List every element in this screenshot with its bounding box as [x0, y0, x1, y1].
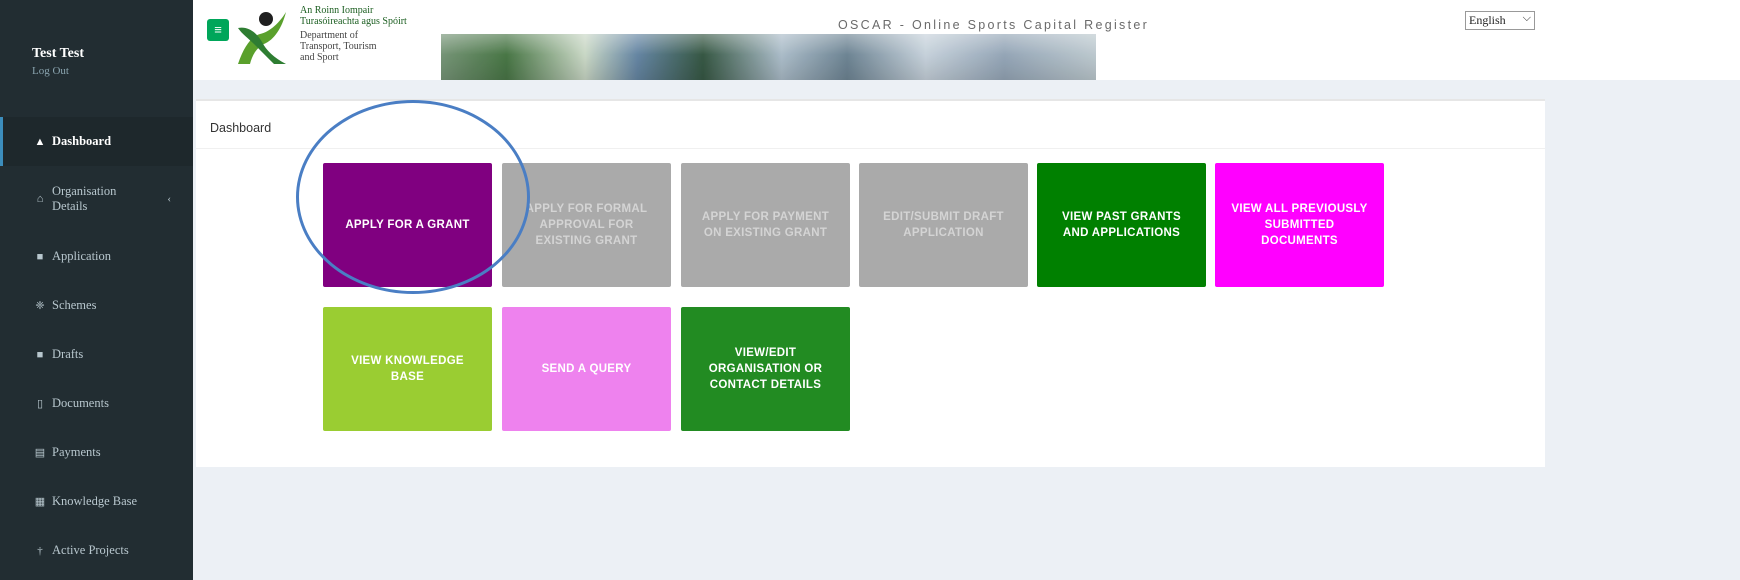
tile-view-submitted-documents[interactable]: VIEW ALL PREVIOUSLY SUBMITTED DOCUMENTS [1215, 163, 1384, 287]
tile-label: APPLY FOR A GRANT [345, 219, 470, 231]
sidebar-toggle-button[interactable]: ≡ [207, 19, 229, 41]
tile-label: VIEW KNOWLEDGE BASE [351, 355, 464, 383]
logo-english-name: Department of Transport, Tourism and Spo… [300, 30, 377, 63]
user-panel: Test Test Log Out [0, 0, 193, 96]
sidebar-item-label: Payments [52, 445, 101, 459]
tile-label: APPLY FOR PAYMENT ON EXISTING GRANT [701, 211, 830, 239]
banner-overlay [441, 34, 1096, 80]
sidebar-item-label: Organisation Details [52, 184, 117, 213]
thumbtack-icon: † [37, 544, 43, 557]
tile-view-knowledge-base[interactable]: VIEW KNOWLEDGE BASE [323, 307, 492, 431]
sidebar-menu: ▲ Dashboard ⌂ Organisation Details ‹ ■ A… [0, 117, 193, 575]
sidebar-item-payments[interactable]: ▤ Payments [0, 428, 193, 477]
folder-icon: ■ [36, 250, 44, 263]
tile-apply-for-payment[interactable]: APPLY FOR PAYMENT ON EXISTING GRANT [681, 163, 850, 287]
sidebar-item-label: Schemes [52, 298, 97, 312]
language-select[interactable]: English ⌵ [1465, 11, 1535, 30]
tile-apply-for-a-grant[interactable]: APPLY FOR A GRANT [323, 163, 492, 287]
box-title: Dashboard [210, 121, 272, 135]
home-icon: ⌂ [36, 193, 44, 205]
user-name: Test Test [32, 46, 85, 61]
folder-open-icon: ■ [36, 348, 44, 361]
sidebar-item-label: Active Projects [52, 543, 129, 557]
tile-label: APPLY FOR FORMAL APPROVAL FOR EXISTING G… [525, 203, 648, 247]
sidebar-item-label: Documents [52, 396, 109, 410]
tile-label: VIEW ALL PREVIOUSLY SUBMITTED DOCUMENTS [1231, 203, 1368, 247]
header-banner-image [441, 34, 1096, 80]
sidebar-item-application[interactable]: ■ Application [0, 232, 193, 281]
sidebar-item-active-projects[interactable]: † Active Projects [0, 526, 193, 575]
dashboard-icon: ▲ [34, 135, 46, 148]
department-logo-text: An Roinn Iompair Turasóireachta agus Spó… [300, 5, 425, 63]
tile-view-edit-organisation[interactable]: VIEW/EDIT ORGANISATION OR CONTACT DETAIL… [681, 307, 850, 431]
book-icon: ▦ [34, 496, 46, 508]
tile-edit-submit-draft[interactable]: EDIT/SUBMIT DRAFT APPLICATION [859, 163, 1028, 287]
chevron-left-icon: ‹ [167, 193, 171, 205]
sidebar: Test Test Log Out ▲ Dashboard ⌂ Organisa… [0, 0, 193, 580]
sidebar-item-knowledge-base[interactable]: ▦ Knowledge Base [0, 477, 193, 526]
chevron-down-icon: ⌵ [1522, 12, 1531, 24]
language-selected-value: English [1469, 13, 1506, 27]
sidebar-item-dashboard[interactable]: ▲ Dashboard [0, 117, 193, 166]
logout-link[interactable]: Log Out [32, 65, 193, 77]
department-logo-icon [238, 12, 286, 64]
tile-apply-for-formal-approval[interactable]: APPLY FOR FORMAL APPROVAL FOR EXISTING G… [502, 163, 671, 287]
file-icon: ▯ [36, 398, 44, 410]
sidebar-item-documents[interactable]: ▯ Documents [0, 379, 193, 428]
credit-card-icon: ▤ [34, 447, 46, 459]
tile-send-a-query[interactable]: SEND A QUERY [502, 307, 671, 431]
sidebar-item-schemes[interactable]: ❈ Schemes [0, 281, 193, 330]
box-header: Dashboard [196, 101, 1545, 149]
tile-label: VIEW/EDIT ORGANISATION OR CONTACT DETAIL… [708, 347, 823, 391]
tile-view-past-grants[interactable]: VIEW PAST GRANTS AND APPLICATIONS [1037, 163, 1206, 287]
sidebar-item-label: Application [52, 249, 112, 263]
sidebar-item-label: Knowledge Base [52, 494, 138, 508]
page-header-title: OSCAR - Online Sports Capital Register [838, 18, 1150, 32]
tile-label: EDIT/SUBMIT DRAFT APPLICATION [883, 211, 1004, 239]
sitemap-icon: ❈ [35, 300, 45, 312]
top-header: ≡ An Roinn Iompair Turasóireachta agus S… [193, 0, 1740, 80]
sidebar-item-drafts[interactable]: ■ Drafts [0, 330, 193, 379]
logo-irish-name: An Roinn Iompair Turasóireachta agus Spó… [300, 5, 407, 27]
sidebar-item-label: Drafts [52, 347, 84, 361]
tile-label: SEND A QUERY [541, 363, 632, 375]
tile-label: VIEW PAST GRANTS AND APPLICATIONS [1062, 211, 1181, 239]
sidebar-item-label: Dashboard [52, 134, 112, 148]
sidebar-item-organisation-details[interactable]: ⌂ Organisation Details ‹ [0, 166, 193, 232]
